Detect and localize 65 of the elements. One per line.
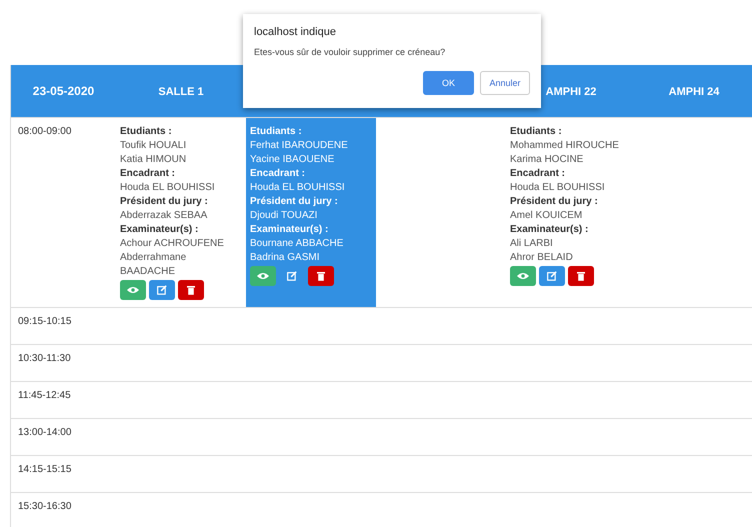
edit-button[interactable] <box>539 266 565 286</box>
person-name: Abderrahmane BAADACHE <box>120 251 188 279</box>
session-card[interactable]: Etudiants : Toufik HOUALI Katia HIMOUN Encadrant : Houda EL BOUHISSI Président du jury : Abderrazak SEBAA Examinateur(s) : Achour ACHROUFENE Abderrahmane BAADACHE <box>116 118 246 307</box>
person-name: Ahror BELAID <box>510 251 574 265</box>
view-button[interactable] <box>250 266 276 286</box>
view-button[interactable] <box>120 280 146 300</box>
time-slot: 11:45-12:45 <box>18 390 71 401</box>
trash-icon <box>187 285 195 295</box>
person-name: Karima HOCINE <box>510 153 584 167</box>
person-name: Djoudi TOUAZI <box>250 209 318 223</box>
time-slot: 13:00-14:00 <box>18 427 72 438</box>
section-heading: Examinateur(s) : <box>510 223 590 237</box>
person-name: Bournane ABBACHE <box>250 237 344 251</box>
session-card[interactable]: Etudiants : Mohammed HIROUCHE Karima HOCINE Encadrant : Houda EL BOUHISSI Président du jury : Amel KOUICEM Examinateur(s) : Ali LARBI Ahror BELAID <box>506 118 636 307</box>
section-heading: Président du jury : <box>510 195 599 209</box>
cancel-button[interactable]: Annuler <box>480 71 530 95</box>
time-slot: 15:30-16:30 <box>18 501 72 512</box>
person-name: Achour ACHROUFENE <box>120 237 225 251</box>
edit-button[interactable] <box>149 280 175 300</box>
trash-icon <box>317 271 325 281</box>
column-header: 23-05-2020 <box>32 84 94 98</box>
section-heading: Président du jury : <box>250 195 339 209</box>
column-header: SALLE 1 <box>158 86 204 98</box>
dialog-message: Etes-vous sûr de vouloir supprimer ce créneau? <box>254 47 446 57</box>
section-heading: Examinateur(s) : <box>120 223 200 237</box>
edit-icon <box>547 271 557 281</box>
time-slot: 08:00-09:00 <box>18 126 72 137</box>
eye-icon <box>257 272 269 280</box>
person-name: Katia HIMOUN <box>120 153 188 167</box>
edit-icon <box>157 285 167 295</box>
person-name: Ferhat IBAROUDENE <box>250 139 349 153</box>
person-name: Abderrazak SEBAA <box>120 209 208 223</box>
time-slot: 14:15-15:15 <box>18 464 72 475</box>
person-name: Yacine IBAOUENE <box>250 153 336 167</box>
time-slot: 10:30-11:30 <box>18 353 71 364</box>
column-header: AMPHI 22 <box>546 86 596 98</box>
eye-icon <box>127 286 139 294</box>
session-card[interactable]: Etudiants : Ferhat IBAROUDENE Yacine IBAOUENE Encadrant : Houda EL BOUHISSI Président du jury : Djoudi TOUAZI Examinateur(s) : Bournane ABBACHE Badrina GASMI <box>246 118 376 307</box>
person-name: Toufik HOUALI <box>120 139 188 153</box>
delete-button[interactable] <box>308 266 334 286</box>
dialog-title: localhost indique <box>254 26 337 38</box>
delete-button[interactable] <box>178 280 204 300</box>
time-slot: 09:15-10:15 <box>18 316 72 327</box>
section-heading: Etudiants : <box>250 125 303 139</box>
column-header: AMPHI 24 <box>668 86 720 98</box>
section-heading: Etudiants : <box>510 125 563 139</box>
edit-icon <box>287 271 297 281</box>
eye-icon <box>517 272 529 280</box>
section-heading: Encadrant : <box>510 167 566 181</box>
section-heading: Encadrant : <box>250 167 306 181</box>
section-heading: Etudiants : <box>120 125 173 139</box>
person-name: Houda EL BOUHISSI <box>120 181 216 195</box>
person-name: Houda EL BOUHISSI <box>250 181 346 195</box>
view-button[interactable] <box>510 266 536 286</box>
section-heading: Président du jury : <box>120 195 209 209</box>
person-name: Amel KOUICEM <box>510 209 584 223</box>
trash-icon <box>577 271 585 281</box>
person-name: Mohammed HIROUCHE <box>510 139 620 153</box>
ok-button[interactable]: OK <box>423 71 474 95</box>
delete-button[interactable] <box>568 266 594 286</box>
person-name: Ali LARBI <box>510 237 554 251</box>
person-name: Houda EL BOUHISSI <box>510 181 606 195</box>
section-heading: Encadrant : <box>120 167 176 181</box>
person-name: Badrina GASMI <box>250 251 320 265</box>
section-heading: Examinateur(s) : <box>250 223 330 237</box>
